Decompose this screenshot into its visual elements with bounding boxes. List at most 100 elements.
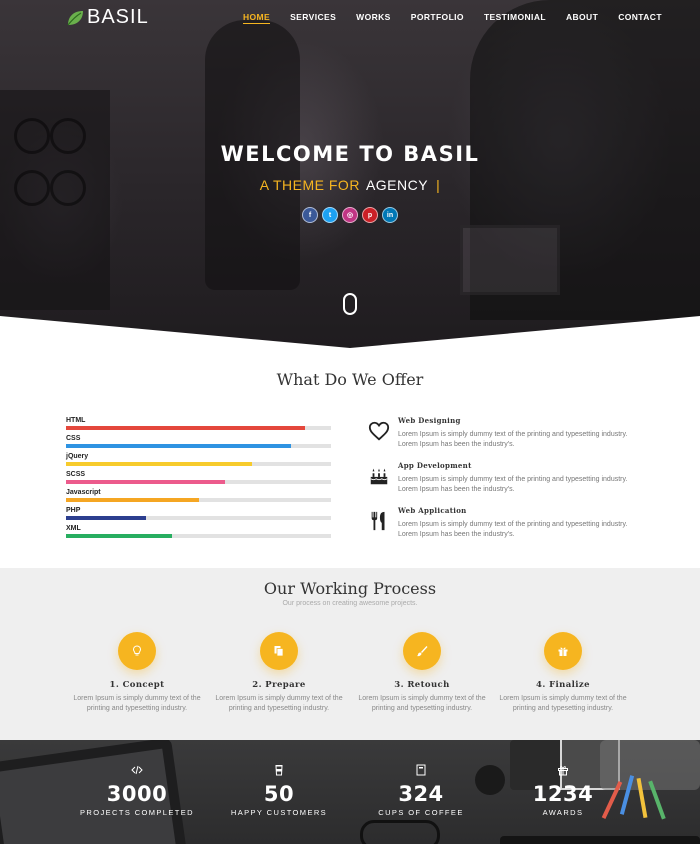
skill-track <box>66 426 331 430</box>
skill-track <box>66 480 331 484</box>
desk-decor-shape <box>360 820 440 844</box>
stat-number: 1234 <box>532 782 594 806</box>
service-name: App Development <box>398 461 472 470</box>
stat-item: 3000 PROJECTS COMPLETED <box>67 764 207 817</box>
step-title: 3. Retouch <box>394 680 450 690</box>
service-item: Web Designing Lorem Ipsum is simply dumm… <box>368 416 638 461</box>
hero-typed-word: AGENCY <box>365 177 429 193</box>
skill-label: HTML <box>66 417 86 424</box>
nav-item-services[interactable]: SERVICES <box>290 12 336 24</box>
skill-fill <box>66 462 252 466</box>
skill-track <box>66 444 331 448</box>
services-list: Web Designing Lorem Ipsum is simply dumm… <box>368 416 638 551</box>
nav-item-portfolio[interactable]: PORTFOLIO <box>411 12 464 24</box>
skill-bar: HTML <box>66 416 331 434</box>
hero-subtitle-prefix: A THEME FOR <box>259 177 360 193</box>
linkedin-icon[interactable]: in <box>382 207 398 223</box>
stat-label: AWARDS <box>542 808 584 817</box>
skill-fill <box>66 426 305 430</box>
skill-bar: Javascript <box>66 488 331 506</box>
stats-section: 3000 PROJECTS COMPLETED 50 HAPPY CUSTOME… <box>0 740 700 844</box>
skill-bar: SCSS <box>66 470 331 488</box>
skill-track <box>66 498 331 502</box>
skill-fill <box>66 534 172 538</box>
step-title: 2. Prepare <box>252 680 306 690</box>
nav-item-home[interactable]: HOME <box>243 12 271 24</box>
step-desc: Lorem Ipsum is simply dummy text of the … <box>358 695 486 712</box>
stat-item: 1234 AWARDS <box>493 764 633 817</box>
service-name: Web Application <box>398 506 467 515</box>
offer-section-title: What Do We Offer <box>276 370 424 389</box>
process-step: 4. Finalize Lorem Ipsum is simply dummy … <box>498 632 628 714</box>
skill-label: CSS <box>66 435 81 442</box>
twitter-icon[interactable]: t <box>322 207 338 223</box>
hero-bg-shape <box>460 225 560 295</box>
nav-item-about[interactable]: ABOUT <box>566 12 598 24</box>
hero-title: WELCOME TO BASIL <box>220 142 480 166</box>
book-icon <box>351 764 491 776</box>
skill-label: Javascript <box>66 489 101 496</box>
skill-bar: XML <box>66 524 331 542</box>
skill-track <box>66 462 331 466</box>
service-desc: Lorem Ipsum is simply dummy text of the … <box>398 431 628 448</box>
stat-label: HAPPY CUSTOMERS <box>230 808 328 817</box>
nav-item-works[interactable]: WORKS <box>356 12 391 24</box>
facebook-icon[interactable]: f <box>302 207 318 223</box>
hero-subtitle: A THEME FOR AGENCY | <box>0 177 700 193</box>
service-item: Web Application Lorem Ipsum is simply du… <box>368 506 638 551</box>
scroll-down-mouse-icon[interactable] <box>343 293 357 315</box>
lightbulb-icon[interactable] <box>118 632 156 670</box>
gift-icon <box>493 764 633 776</box>
brand-logo[interactable]: BASIL <box>65 6 149 29</box>
stat-label: CUPS OF COFFEE <box>378 808 464 817</box>
process-step: 1. Concept Lorem Ipsum is simply dummy t… <box>72 632 202 714</box>
service-desc: Lorem Ipsum is simply dummy text of the … <box>398 521 628 538</box>
step-desc: Lorem Ipsum is simply dummy text of the … <box>73 695 201 712</box>
skill-bar: PHP <box>66 506 331 524</box>
step-title: 4. Finalize <box>536 680 590 690</box>
process-section: Our Working Process Our process on creat… <box>0 568 700 740</box>
step-desc: Lorem Ipsum is simply dummy text of the … <box>215 695 343 712</box>
typing-cursor: | <box>436 177 441 193</box>
process-subtitle: Our process on creating awesome projects… <box>282 600 418 607</box>
process-title: Our Working Process <box>263 579 437 598</box>
step-desc: Lorem Ipsum is simply dummy text of the … <box>499 695 627 712</box>
pinterest-icon[interactable]: p <box>362 207 378 223</box>
skill-fill <box>66 516 146 520</box>
stat-item: 50 HAPPY CUSTOMERS <box>209 764 349 817</box>
paintbrush-icon[interactable] <box>403 632 441 670</box>
skill-label: PHP <box>66 507 81 514</box>
skill-fill <box>66 444 292 448</box>
heart-icon <box>368 420 390 442</box>
service-name: Web Designing <box>398 416 461 425</box>
skill-bar: CSS <box>66 434 331 452</box>
process-step: 2. Prepare Lorem Ipsum is simply dummy t… <box>214 632 344 714</box>
process-step: 3. Retouch Lorem Ipsum is simply dummy t… <box>357 632 487 714</box>
social-links: f t ◎ p in <box>0 207 700 223</box>
skill-track <box>66 534 331 538</box>
stat-number: 3000 <box>106 782 168 806</box>
code-icon <box>67 764 207 776</box>
hero-divider <box>0 316 700 356</box>
instagram-icon[interactable]: ◎ <box>342 207 358 223</box>
skill-label: XML <box>66 525 81 532</box>
stat-item: 324 CUPS OF COFFEE <box>351 764 491 817</box>
gift-icon[interactable] <box>544 632 582 670</box>
nav-item-contact[interactable]: CONTACT <box>618 12 662 24</box>
stat-number: 50 <box>263 782 295 806</box>
cutlery-icon <box>368 510 390 532</box>
leaf-icon <box>65 8 85 28</box>
brand-name: BASIL <box>87 6 149 28</box>
cake-icon <box>368 465 390 487</box>
stat-number: 324 <box>398 782 444 806</box>
main-nav: HOME SERVICES WORKS PORTFOLIO TESTIMONIA… <box>243 12 682 24</box>
skill-label: SCSS <box>66 471 86 478</box>
step-title: 1. Concept <box>109 680 165 690</box>
documents-icon[interactable] <box>260 632 298 670</box>
service-item: App Development Lorem Ipsum is simply du… <box>368 461 638 506</box>
nav-item-testimonial[interactable]: TESTIMONIAL <box>484 12 546 24</box>
skill-bar: jQuery <box>66 452 331 470</box>
skill-label: jQuery <box>66 453 89 460</box>
skill-fill <box>66 480 225 484</box>
stat-label: PROJECTS COMPLETED <box>80 808 194 817</box>
